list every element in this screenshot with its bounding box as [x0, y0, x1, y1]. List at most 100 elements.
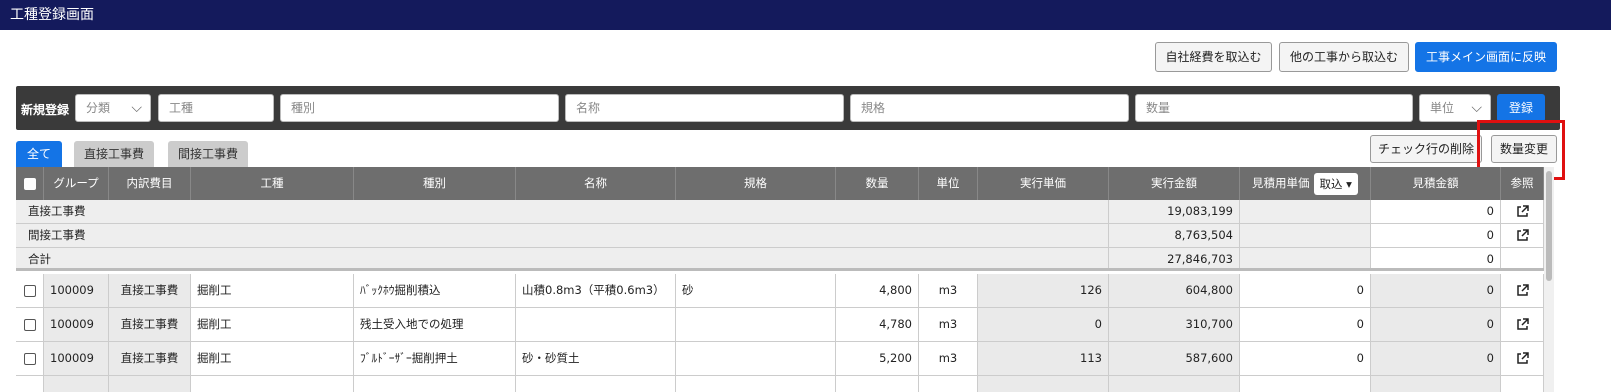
cell-quantity[interactable]: 4,800 [836, 274, 919, 307]
scrollbar-thumb[interactable] [1546, 171, 1552, 281]
cell-unit[interactable]: m3 [919, 274, 978, 307]
cell-kouji [191, 376, 354, 392]
table-row: 100009 直接工事費 掘削工 ﾊﾞｯｸﾎｳ掘削積込 山積0.8m3（平積0.… [16, 274, 1544, 308]
col-estimate-unit-price: 見積用単価 取込 ▾ [1240, 167, 1371, 200]
cell-group: 100009 [44, 308, 109, 341]
external-link-icon[interactable] [1516, 229, 1529, 242]
cell-open [1501, 376, 1544, 392]
col-exec-unit-price: 実行単価 [978, 167, 1109, 200]
col-quantity: 数量 [836, 167, 919, 200]
table-scrollbar[interactable] [1544, 167, 1554, 392]
spec-input[interactable]: 規格 [850, 94, 1129, 122]
tab-indirect-cost[interactable]: 間接工事費 [168, 141, 248, 167]
table-row-partial [16, 376, 1544, 392]
cell-kouji[interactable]: 掘削工 [191, 308, 354, 341]
summary-open-cell [1501, 200, 1544, 223]
cell-group [44, 376, 109, 392]
cell-estimate-unit-price[interactable]: 0 [1240, 342, 1371, 375]
table-row: 100009 直接工事費 掘削工 ﾌﾞﾙﾄﾞｰｻﾞｰ掘削押土 砂・砂質土 5,2… [16, 342, 1544, 376]
external-link-icon[interactable] [1516, 205, 1529, 218]
cell-quantity[interactable]: 5,200 [836, 342, 919, 375]
cell-spec[interactable] [676, 308, 836, 341]
row-checkbox-cell [16, 376, 44, 392]
cell-name[interactable]: 山積0.8m3（平積0.6m3） [516, 274, 676, 307]
import-other-project-button[interactable]: 他の工事から取込む [1279, 42, 1409, 72]
col-exec-amount: 実行金額 [1109, 167, 1240, 200]
cell-exec-unit-price: 0 [978, 308, 1109, 341]
select-all-checkbox[interactable] [23, 177, 36, 190]
cell-group: 100009 [44, 342, 109, 375]
estimate-price-dropdown-value: 取込 [1319, 176, 1343, 191]
summary-blank [1240, 224, 1371, 247]
external-link-icon[interactable] [1516, 352, 1529, 365]
summary-label: 合計 [16, 248, 1109, 268]
tab-direct-cost[interactable]: 直接工事費 [74, 141, 154, 167]
estimate-price-dropdown[interactable]: 取込 ▾ [1313, 172, 1358, 195]
cell-exec-unit-price: 113 [978, 342, 1109, 375]
delete-checked-rows-button[interactable]: チェック行の削除 [1370, 135, 1482, 163]
shubetsu-input[interactable]: 種別 [280, 94, 559, 122]
summary-exec-amount: 27,846,703 [1109, 248, 1240, 268]
cell-estimate-unit-price[interactable]: 0 [1240, 274, 1371, 307]
col-group: グループ [44, 167, 109, 200]
cell-name[interactable]: 砂・砂質土 [516, 342, 676, 375]
col-reference: 参照 [1501, 167, 1544, 200]
summary-est-amount: 0 [1371, 200, 1501, 223]
row-checkbox[interactable] [23, 284, 36, 297]
cell-open [1501, 308, 1544, 341]
summary-blank [1240, 248, 1371, 268]
cell-shubetsu [354, 376, 516, 392]
summary-exec-amount: 19,083,199 [1109, 200, 1240, 223]
new-registration-bar: 新規登録 分類 ⌵ 工種 種別 名称 規格 数量 単位 ⌵ 登録 [16, 86, 1560, 130]
col-spec: 規格 [676, 167, 836, 200]
kouji-input[interactable]: 工種 [158, 94, 274, 122]
register-button[interactable]: 登録 [1497, 94, 1545, 122]
import-own-expenses-button[interactable]: 自社経費を取込む [1155, 42, 1272, 72]
summary-est-amount: 0 [1371, 248, 1501, 268]
summary-blank [1240, 200, 1371, 223]
cell-cost-item: 直接工事費 [109, 342, 191, 375]
cell-quantity[interactable]: 4,780 [836, 308, 919, 341]
external-link-icon[interactable] [1516, 284, 1529, 297]
summary-open-cell [1501, 224, 1544, 247]
external-link-icon[interactable] [1516, 318, 1529, 331]
cell-cost-item: 直接工事費 [109, 308, 191, 341]
cell-shubetsu[interactable]: ﾊﾞｯｸﾎｳ掘削積込 [354, 274, 516, 307]
row-checkbox-cell [16, 274, 44, 307]
col-name: 名称 [516, 167, 676, 200]
cell-estimate-amount: 0 [1371, 274, 1501, 307]
cell-kouji[interactable]: 掘削工 [191, 342, 354, 375]
cell-name[interactable] [516, 308, 676, 341]
cell-unit[interactable]: m3 [919, 342, 978, 375]
cell-exec-amount: 604,800 [1109, 274, 1240, 307]
unit-select[interactable]: 単位 ⌵ [1419, 94, 1491, 122]
cell-spec[interactable]: 砂 [676, 274, 836, 307]
cell-open [1501, 274, 1544, 307]
cell-shubetsu[interactable]: ﾌﾞﾙﾄﾞｰｻﾞｰ掘削押土 [354, 342, 516, 375]
reflect-main-button[interactable]: 工事メイン画面に反映 [1415, 42, 1557, 72]
chevron-down-icon: ⌵ [131, 100, 142, 116]
cell-spec[interactable] [676, 342, 836, 375]
col-unit: 単位 [919, 167, 978, 200]
summary-est-amount: 0 [1371, 224, 1501, 247]
row-checkbox[interactable] [23, 352, 36, 365]
quantity-input[interactable]: 数量 [1135, 94, 1413, 122]
cell-quantity [836, 376, 919, 392]
name-input[interactable]: 名称 [565, 94, 844, 122]
summary-total-row: 合計 27,846,703 0 [16, 248, 1544, 271]
table-row: 100009 直接工事費 掘削工 残土受入地での処理 4,780 m3 0 31… [16, 308, 1544, 342]
cell-shubetsu[interactable]: 残土受入地での処理 [354, 308, 516, 341]
cell-cost-item: 直接工事費 [109, 274, 191, 307]
cell-estimate-unit-price[interactable]: 0 [1240, 308, 1371, 341]
cell-open [1501, 342, 1544, 375]
cell-group: 100009 [44, 274, 109, 307]
tab-all[interactable]: 全て [16, 141, 62, 167]
category-select[interactable]: 分類 ⌵ [75, 94, 151, 122]
row-checkbox[interactable] [23, 318, 36, 331]
cell-unit[interactable]: m3 [919, 308, 978, 341]
cell-exec-amount: 587,600 [1109, 342, 1240, 375]
cell-kouji[interactable]: 掘削工 [191, 274, 354, 307]
cell-exec-unit-price: 126 [978, 274, 1109, 307]
summary-exec-amount: 8,763,504 [1109, 224, 1240, 247]
row-checkbox-cell [16, 308, 44, 341]
